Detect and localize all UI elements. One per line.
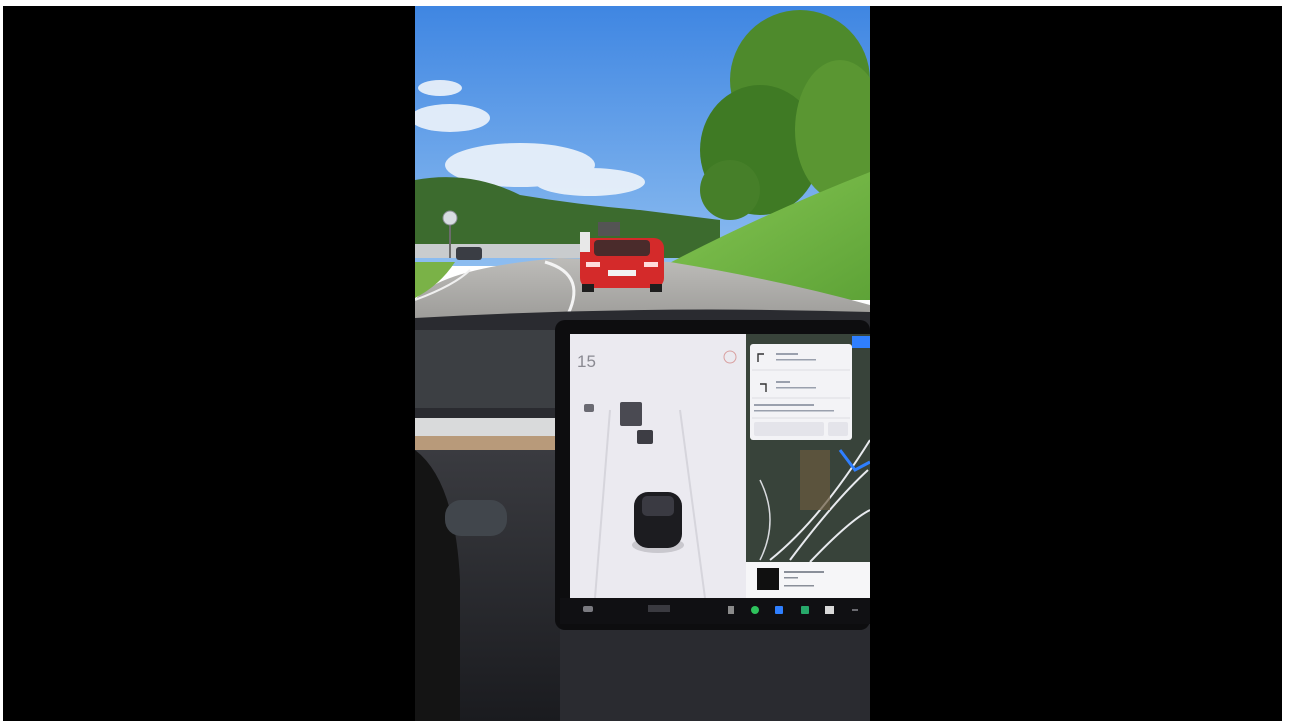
letterbox-right — [870, 6, 1282, 721]
viz-truck — [620, 402, 642, 426]
volume-icon[interactable] — [852, 609, 858, 611]
roadside-figure — [580, 232, 590, 252]
dashboard-top — [415, 330, 565, 408]
bluetooth-icon[interactable] — [751, 606, 759, 614]
nav-more-button[interactable] — [828, 422, 848, 436]
autopilot-view — [570, 334, 746, 598]
distant-car — [456, 247, 482, 260]
album-art[interactable] — [757, 568, 779, 590]
map-terrain-brown — [800, 450, 830, 510]
own-car-visual — [632, 492, 684, 553]
photo-scene — [415, 6, 870, 721]
phone-icon[interactable] — [728, 606, 734, 614]
road-sign — [442, 210, 458, 226]
screenshot-stage: 15 — [0, 0, 1290, 721]
map-top-accent — [852, 336, 870, 348]
nav-cancel-button[interactable] — [754, 422, 824, 436]
car-icon[interactable] — [583, 606, 593, 612]
media-icon[interactable] — [801, 606, 809, 614]
viz-car-ahead — [637, 430, 653, 444]
speed-readout: 15 — [577, 352, 596, 371]
dock — [560, 598, 870, 624]
red-car — [580, 238, 664, 292]
climate-readout[interactable] — [648, 605, 670, 612]
air-vent-knob — [445, 500, 507, 536]
dashboard-trim — [415, 418, 560, 436]
viz-side-car — [584, 404, 594, 412]
app-icon[interactable] — [775, 606, 783, 614]
camera-icon[interactable] — [825, 606, 834, 614]
dashcam-photo: 15 — [415, 6, 870, 721]
letterbox-left — [3, 6, 415, 721]
roof-rack — [598, 222, 620, 236]
dashboard-wood — [415, 436, 560, 450]
